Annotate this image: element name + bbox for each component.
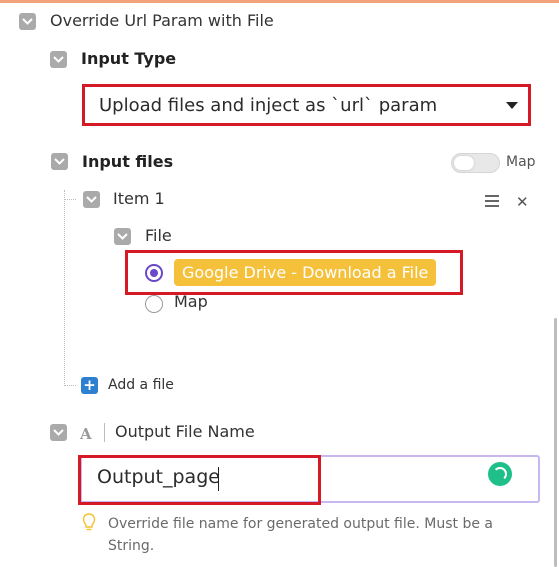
text-cursor [218,467,219,491]
map-toggle-label: Map [506,154,536,170]
collapse-output-icon[interactable] [50,424,67,441]
collapse-file-icon[interactable] [114,228,131,245]
input-type-label: Input Type [81,49,177,68]
tree-line [64,190,65,386]
tree-branch [64,199,76,200]
input-files-label: Input files [82,152,174,171]
close-icon[interactable]: ✕ [516,193,529,211]
loading-spinner-icon [488,462,512,486]
file-label: File [145,226,172,245]
input-type-value: Upload files and inject as `url` param [99,94,438,116]
input-type-select[interactable]: Upload files and inject as `url` param [82,84,531,126]
lightbulb-icon [82,513,96,531]
menu-icon[interactable] [485,195,499,207]
divider [104,423,105,442]
radio-google-drive[interactable] [145,264,163,282]
section-title: Override Url Param with File [50,11,274,30]
item-title: Item 1 [113,189,165,208]
add-file-icon[interactable]: + [81,377,98,394]
text-type-icon: A [80,425,92,443]
collapse-input-type-icon[interactable] [50,51,67,68]
google-drive-option[interactable]: Google Drive - Download a File [174,259,437,286]
output-file-name-value: Output_page [97,466,220,488]
top-accent-line [0,0,559,3]
collapse-item-icon[interactable] [83,191,100,208]
map-option[interactable]: Map [174,292,208,311]
map-toggle[interactable] [451,153,500,173]
radio-map[interactable] [145,295,163,313]
output-file-name-label: Output File Name [115,422,255,441]
output-file-name-hint: Override file name for generated output … [108,516,493,554]
collapse-input-files-icon[interactable] [51,153,68,170]
add-file-button[interactable]: Add a file [108,377,174,393]
tree-branch [64,385,76,386]
caret-down-icon [506,102,518,109]
collapse-section-icon[interactable] [19,13,36,30]
toggle-knob [454,156,474,170]
scrollbar[interactable] [554,318,557,567]
